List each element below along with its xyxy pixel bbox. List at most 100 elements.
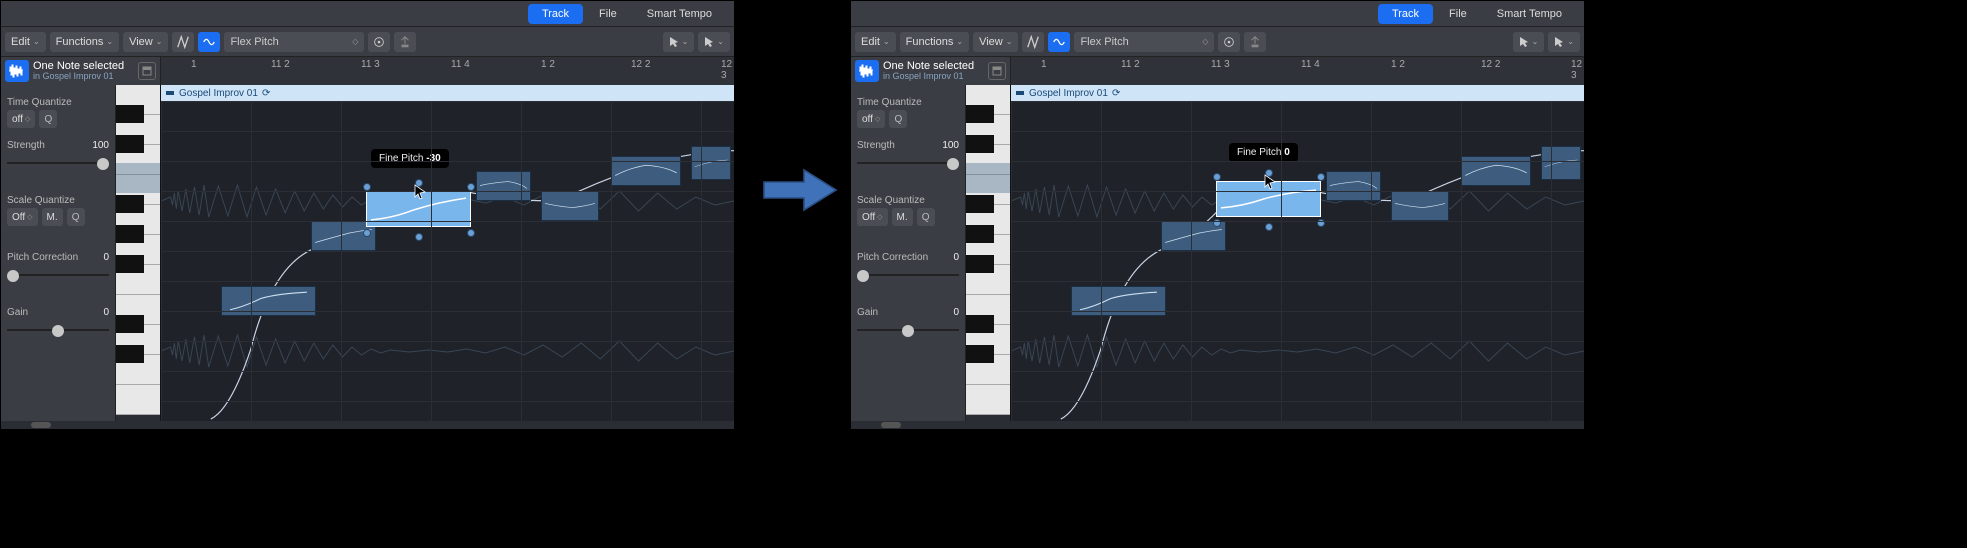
piano-keyboard[interactable]: [116, 85, 161, 429]
pitch-correction-label: Pitch Correction: [857, 252, 928, 263]
scale-quantize-q[interactable]: Q: [67, 208, 85, 226]
gain-value: 0: [103, 307, 109, 318]
flex-note[interactable]: [1391, 191, 1449, 221]
gain-label: Gain: [857, 307, 878, 318]
strength-slider[interactable]: [857, 157, 959, 169]
pitch-correction-slider[interactable]: [7, 269, 109, 281]
region-icon: [1015, 88, 1025, 98]
flex-note[interactable]: [1326, 171, 1381, 201]
tab-file[interactable]: File: [1435, 4, 1481, 24]
note-handle[interactable]: [1265, 223, 1273, 231]
catch-playhead-icon[interactable]: [1218, 32, 1240, 52]
edit-menu[interactable]: Edit⌄: [5, 32, 46, 52]
view-menu[interactable]: View⌄: [973, 32, 1018, 52]
top-tabbar: Track File Smart Tempo: [851, 1, 1584, 27]
inspector-toggle-icon[interactable]: [138, 62, 156, 80]
flex-on-icon[interactable]: [1022, 32, 1044, 52]
flex-note[interactable]: [476, 171, 531, 201]
gain-slider[interactable]: [7, 324, 109, 336]
midi-out-icon[interactable]: [394, 32, 416, 52]
horizontal-scrollbar[interactable]: [851, 421, 1584, 429]
mouse-cursor-icon: [413, 183, 427, 201]
flex-note[interactable]: [691, 146, 731, 180]
loop-icon: ⟳: [1112, 88, 1120, 99]
edit-menu[interactable]: Edit⌄: [855, 32, 896, 52]
fine-pitch-tooltip: Fine Pitch 0: [1229, 143, 1298, 162]
ruler-mark: 11 4: [451, 59, 470, 70]
note-handle[interactable]: [415, 233, 423, 241]
ruler-mark: 11 3: [1211, 59, 1230, 70]
flex-mode-select[interactable]: Flex Pitch◇: [1074, 32, 1214, 52]
pitch-editor-area[interactable]: Gospel Improv 01 ⟳: [161, 85, 734, 429]
time-quantize-value[interactable]: off◇: [7, 110, 35, 128]
tab-file[interactable]: File: [585, 4, 631, 24]
pitch-correction-slider[interactable]: [857, 269, 959, 281]
time-quantize-label: Time Quantize: [7, 97, 109, 108]
right-tool-select[interactable]: ⌄: [698, 32, 730, 52]
waveform-icon: [5, 60, 29, 82]
scale-quantize-q[interactable]: Q: [917, 208, 935, 226]
ruler-mark: 11 2: [271, 59, 290, 70]
pitch-correction-value: 0: [953, 252, 959, 263]
top-tabbar: Track File Smart Tempo: [1, 1, 734, 27]
flex-mode-select[interactable]: Flex Pitch◇: [224, 32, 364, 52]
horizontal-scrollbar[interactable]: [1, 421, 734, 429]
gain-value: 0: [953, 307, 959, 318]
gain-label: Gain: [7, 307, 28, 318]
time-quantize-value[interactable]: off◇: [857, 110, 885, 128]
scale-quantize-off[interactable]: Off◇: [7, 208, 38, 226]
view-menu[interactable]: View⌄: [123, 32, 168, 52]
strength-slider[interactable]: [7, 157, 109, 169]
tab-track[interactable]: Track: [528, 4, 583, 24]
editor-panel-after: Track File Smart Tempo Edit⌄ Functions⌄ …: [850, 0, 1585, 430]
note-handle[interactable]: [363, 229, 371, 237]
clip-header[interactable]: Gospel Improv 01 ⟳: [161, 85, 734, 101]
midi-out-icon[interactable]: [1244, 32, 1266, 52]
flex-note[interactable]: [1541, 146, 1581, 180]
editor-panel-before: Track File Smart Tempo Edit⌄ Functions⌄ …: [0, 0, 735, 430]
note-handle[interactable]: [467, 183, 475, 191]
gain-slider[interactable]: [857, 324, 959, 336]
waveform-icon: [855, 60, 879, 82]
note-handle[interactable]: [1213, 173, 1221, 181]
flex-note[interactable]: [541, 191, 599, 221]
left-tool-select[interactable]: ⌄: [663, 32, 695, 52]
flex-mode-icon[interactable]: [198, 32, 220, 52]
tab-smart-tempo[interactable]: Smart Tempo: [633, 4, 726, 24]
flex-mode-icon[interactable]: [1048, 32, 1070, 52]
ruler-mark: 12 3: [1571, 59, 1584, 81]
clip-name: Gospel Improv 01: [1029, 88, 1108, 99]
ruler-mark: 12 2: [1481, 59, 1500, 70]
inspector-toggle-icon[interactable]: [988, 62, 1006, 80]
catch-playhead-icon[interactable]: [368, 32, 390, 52]
note-handle[interactable]: [363, 183, 371, 191]
flex-on-icon[interactable]: [172, 32, 194, 52]
scale-quantize-maj[interactable]: M.: [42, 208, 63, 226]
ruler-mark: 12 2: [631, 59, 650, 70]
scale-quantize-maj[interactable]: M.: [892, 208, 913, 226]
note-handle[interactable]: [1317, 173, 1325, 181]
left-tool-select[interactable]: ⌄: [1513, 32, 1545, 52]
tab-track[interactable]: Track: [1378, 4, 1433, 24]
selection-subtitle: in Gospel Improv 01: [883, 72, 974, 82]
time-ruler[interactable]: 1 11 2 11 3 11 4 1 2 12 2 12 3: [161, 57, 734, 85]
scale-quantize-off[interactable]: Off◇: [857, 208, 888, 226]
time-quantize-label: Time Quantize: [857, 97, 959, 108]
functions-menu[interactable]: Functions⌄: [900, 32, 969, 52]
fine-pitch-tooltip: Fine Pitch -30: [371, 149, 449, 168]
inspector-sidebar: Time Quantize off◇ Q Strength 100 Scale …: [1, 85, 116, 429]
strength-value: 100: [942, 140, 959, 151]
editor-main: Time Quantize off◇ Q Strength 100 Scale …: [1, 85, 734, 429]
quantize-button[interactable]: Q: [889, 110, 907, 128]
piano-keyboard[interactable]: [966, 85, 1011, 429]
clip-header[interactable]: Gospel Improv 01 ⟳: [1011, 85, 1584, 101]
note-handle[interactable]: [467, 229, 475, 237]
quantize-button[interactable]: Q: [39, 110, 57, 128]
region-icon: [165, 88, 175, 98]
strength-value: 100: [92, 140, 109, 151]
functions-menu[interactable]: Functions⌄: [50, 32, 119, 52]
tab-smart-tempo[interactable]: Smart Tempo: [1483, 4, 1576, 24]
right-tool-select[interactable]: ⌄: [1548, 32, 1580, 52]
pitch-editor-area[interactable]: Gospel Improv 01 ⟳: [1011, 85, 1584, 429]
time-ruler[interactable]: 1 11 2 11 3 11 4 1 2 12 2 12 3: [1011, 57, 1584, 85]
